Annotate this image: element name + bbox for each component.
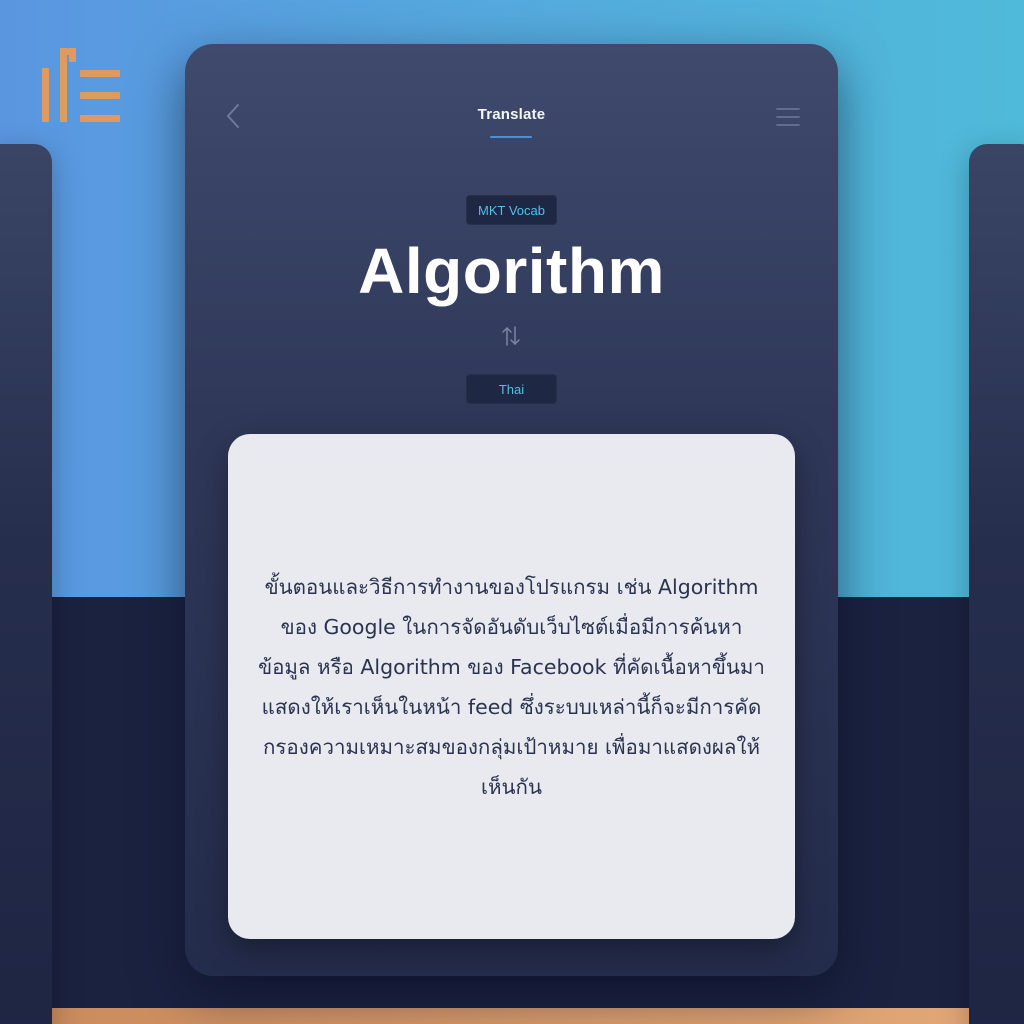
bottom-accent-bar	[0, 1008, 1024, 1024]
definition-card: ขั้นตอนและวิธีการทำงานของโปรแกรม เช่น Al…	[228, 434, 795, 939]
page-title: Translate	[477, 106, 546, 123]
target-language-selector[interactable]: Thai	[466, 374, 557, 404]
hamburger-menu-icon[interactable]	[775, 106, 801, 128]
vocab-term: Algorithm	[358, 235, 665, 307]
title-underline	[490, 136, 532, 138]
side-panel-right	[969, 144, 1024, 1024]
translate-card: Translate MKT Vocab Algorithm Thai ขั้นต…	[185, 44, 838, 976]
brand-logo-icon	[42, 48, 120, 122]
side-panel-left	[0, 144, 52, 1024]
swap-vertical-icon[interactable]	[501, 325, 521, 347]
category-badge: MKT Vocab	[466, 195, 557, 225]
definition-text: ขั้นตอนและวิธีการทำงานของโปรแกรม เช่น Al…	[258, 574, 765, 799]
